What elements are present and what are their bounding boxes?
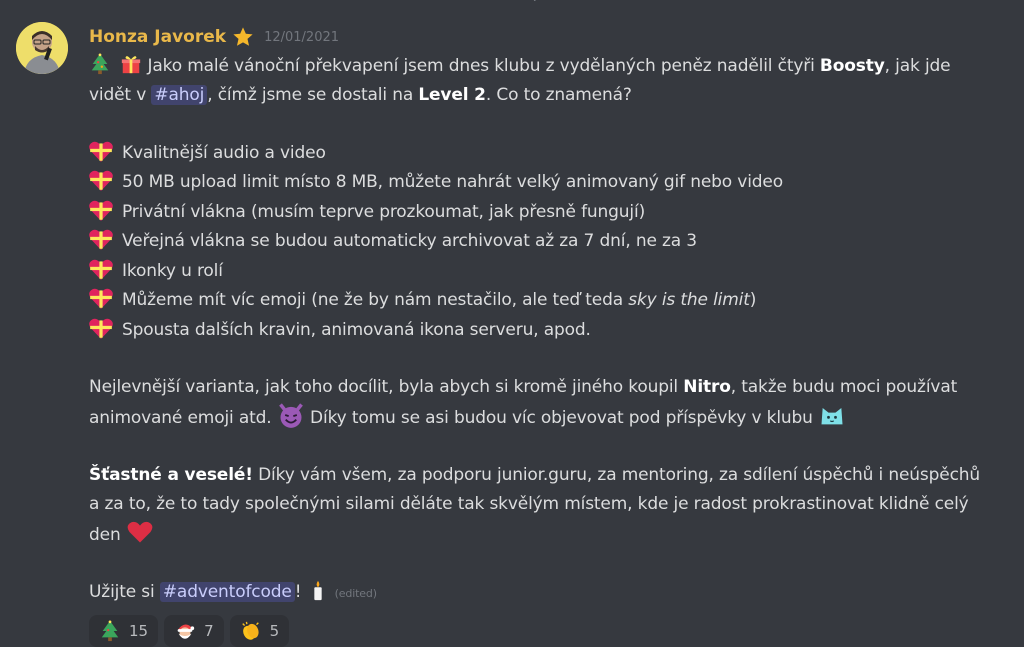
perk-text: Veřejná vlákna se budou automaticky arch… <box>122 231 697 251</box>
message-text: , čímž jsme se dostali na <box>207 84 419 105</box>
perk-text: Můžeme mít víc emoji (ne že by nám nesta… <box>122 290 629 310</box>
gift-heart-icon <box>89 259 113 280</box>
clapping-hands-icon <box>241 621 259 640</box>
message-text: , jak jde <box>884 56 951 76</box>
timestamp: 12/01/2021 <box>264 29 340 45</box>
perk-text: Ikonky u rolí <box>122 260 223 281</box>
perk-item: Veřejná vlákna se budou automaticky arch… <box>89 226 1004 256</box>
bold-text: Nitro <box>683 376 731 397</box>
perk-item: Můžeme mít víc emoji (ne že by nám nesta… <box>89 285 1004 315</box>
perk-text: Kvalitnější audio a video <box>122 142 326 163</box>
star-icon <box>233 27 253 46</box>
perk-item: Spousta dalších kravin, animovaná ikona … <box>89 315 1004 345</box>
bold-text: Boosty <box>819 56 885 76</box>
avatar[interactable] <box>16 22 68 74</box>
cat-emoji-icon <box>821 408 843 425</box>
perk-text: Spousta dalších kravin, animovaná ikona … <box>122 319 591 340</box>
message-text: vidět v <box>89 84 152 105</box>
date-divider: December 1, 2021 <box>0 0 1024 8</box>
message-text: Užijte si <box>89 582 160 602</box>
message-text: Díky vám všem, za podporu junior.guru, z… <box>252 465 981 485</box>
perk-text: 50 MB upload limit místo 8 MB, můžete na… <box>122 172 783 192</box>
perk-item: Kvalitnější audio a video <box>89 138 1004 168</box>
smiling-imp-icon <box>278 403 303 428</box>
gift-heart-icon <box>89 141 113 162</box>
gift-heart-icon <box>89 229 113 250</box>
message-text: . Co to znamená? <box>485 84 632 105</box>
reaction-count: 5 <box>269 621 280 640</box>
gift-heart-icon <box>89 200 113 221</box>
message-body: Jako malé vánoční překvapení jsem dnes k… <box>89 52 1004 609</box>
gift-icon <box>122 56 141 74</box>
gift-heart-icon <box>89 170 113 191</box>
perk-item: Ikonky u rolí <box>89 256 1004 286</box>
reaction-count: 15 <box>129 621 149 640</box>
message-text: den <box>89 525 126 545</box>
channel-mention-ahoj[interactable]: #ahoj <box>151 84 208 105</box>
italic-text: sky is the limit <box>628 290 750 310</box>
message-text: , takže budu moci používat <box>730 376 958 397</box>
channel-mention-adventofcode[interactable]: #adventofcode <box>159 582 295 602</box>
message-text: Díky tomu se asi budou víc objevovat pod… <box>304 408 819 428</box>
gift-heart-icon <box>89 318 113 339</box>
santa-icon <box>177 624 195 639</box>
christmas-tree-icon <box>91 53 109 75</box>
gift-heart-icon <box>89 288 113 309</box>
reaction-clapping-hands[interactable]: 5 <box>229 614 290 647</box>
reactions-bar: 15 7 5 <box>89 614 1004 647</box>
chat-message: Honza Javorek 12/01/2021 Jako malé vánoč… <box>16 22 1004 647</box>
perk-text: ) <box>749 290 757 310</box>
message-text: a za to, že to tady společnými silami dě… <box>89 493 969 514</box>
bold-text: Level 2 <box>418 84 486 105</box>
reaction-christmas-tree[interactable]: 15 <box>89 614 159 647</box>
red-heart-icon <box>127 521 153 543</box>
candle-icon <box>313 580 322 601</box>
message-text: Nejlevnější varianta, jak toho docílit, … <box>89 376 684 397</box>
perk-text: Privátní vlákna (musím teprve prozkoumat… <box>122 201 646 222</box>
author-name[interactable]: Honza Javorek <box>89 27 226 47</box>
reaction-santa[interactable]: 7 <box>164 614 224 647</box>
christmas-tree-icon <box>101 619 119 641</box>
message-text: Jako malé vánoční překvapení jsem dnes k… <box>142 56 820 76</box>
bold-text: Šťastné a veselé! <box>89 465 253 485</box>
message-text: animované emoji atd. <box>89 408 277 428</box>
message-text: ! <box>294 582 307 602</box>
perk-item: 50 MB upload limit místo 8 MB, můžete na… <box>89 167 1004 197</box>
edited-label: (edited) <box>334 587 377 600</box>
perk-item: Privátní vlákna (musím teprve prozkoumat… <box>89 197 1004 227</box>
reaction-count: 7 <box>204 621 214 640</box>
